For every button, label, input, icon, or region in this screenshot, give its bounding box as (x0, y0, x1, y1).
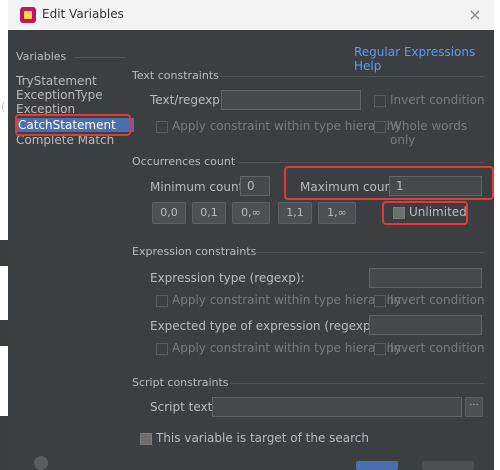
background-right-strip (494, 30, 500, 470)
expression-type-input[interactable] (369, 268, 482, 288)
editor-shade-3 (0, 416, 8, 470)
close-icon[interactable]: × (464, 4, 486, 26)
script-text-input[interactable] (212, 397, 462, 417)
dialog-body: Variables TryStatement ExceptionType Exc… (8, 30, 494, 460)
preset-0-0-button[interactable]: 0,0 (152, 202, 186, 224)
cancel-button[interactable] (422, 461, 474, 470)
script-constraints-heading: Script constraints (132, 376, 229, 389)
expected-type-input[interactable] (369, 315, 482, 335)
text-constraints-heading: Text constraints (132, 69, 219, 82)
preset-0-1-button[interactable]: 0,1 (192, 202, 226, 224)
sidebar-item-complete-match[interactable]: Complete Match (16, 133, 114, 147)
edit-variables-dialog: Edit Variables × ( Variables TryStatemen… (0, 0, 500, 470)
target-of-search-checkbox[interactable] (140, 433, 152, 445)
variables-divider (74, 57, 126, 58)
expr-invert-checkbox[interactable] (374, 295, 386, 307)
sidebar-item-catchstatement[interactable]: CatchStatement (16, 118, 134, 132)
editor-paren-glyph: ( (1, 100, 6, 113)
unlimited-checkbox[interactable] (393, 207, 405, 219)
text-constraints-divider (218, 76, 484, 77)
max-count-label: Maximum count: (300, 180, 401, 194)
expr-apply-hierarchy-label: Apply constraint within type hierarchy (172, 293, 402, 307)
expression-constraints-divider (254, 252, 484, 253)
script-browse-button[interactable]: ··· (465, 397, 483, 417)
preset-1-inf-button[interactable]: 1,∞ (318, 202, 356, 224)
unlimited-label: Unlimited (409, 205, 467, 219)
editor-shade-1 (0, 240, 8, 266)
expected-apply-hierarchy-label: Apply constraint within type hierarchy (172, 341, 402, 355)
occurrences-divider (238, 162, 484, 163)
expected-invert-label: Invert condition (390, 341, 485, 355)
whole-words-checkbox[interactable] (374, 121, 386, 133)
help-icon[interactable] (34, 456, 48, 470)
whole-words-label: Whole words only (390, 119, 468, 147)
sidebar-item-exceptiontype[interactable]: ExceptionType (16, 88, 103, 102)
invert-condition-checkbox[interactable] (374, 95, 386, 107)
variables-heading: Variables (16, 50, 67, 63)
max-count-input[interactable]: 1 (389, 176, 482, 196)
expression-type-label: Expression type (regexp): (150, 271, 305, 285)
script-constraints-divider (230, 383, 484, 384)
editor-shade-2 (0, 320, 8, 346)
text-regexp-input[interactable] (221, 90, 361, 110)
preset-1-1-button[interactable]: 1,1 (278, 202, 312, 224)
expected-invert-checkbox[interactable] (374, 343, 386, 355)
target-of-search-label: This variable is target of the search (156, 431, 370, 445)
script-text-label: Script text: (150, 400, 217, 414)
min-count-label: Minimum count: (150, 180, 248, 194)
background-editor-strip: ( (0, 30, 8, 470)
expected-apply-hierarchy-checkbox[interactable] (156, 343, 168, 355)
expr-invert-label: Invert condition (390, 293, 485, 307)
min-count-input[interactable]: 0 (240, 176, 270, 196)
expected-type-label: Expected type of expression (regexp): (150, 319, 380, 333)
apply-hierarchy-checkbox[interactable] (156, 121, 168, 133)
ok-button[interactable] (356, 461, 398, 470)
expression-constraints-heading: Expression constraints (132, 245, 257, 258)
expr-apply-hierarchy-checkbox[interactable] (156, 295, 168, 307)
apply-hierarchy-label: Apply constraint within type hierarchy (172, 119, 402, 133)
window-title: Edit Variables (42, 7, 124, 21)
bottom-button-strip (8, 456, 494, 470)
sidebar-item-trystatement[interactable]: TryStatement (16, 74, 97, 88)
regex-help-link[interactable]: Regular Expressions Help (354, 45, 494, 73)
sidebar-item-exception[interactable]: Exception (16, 102, 75, 114)
occurrences-heading: Occurrences count (132, 155, 236, 168)
title-bar: Edit Variables × (8, 0, 494, 31)
preset-0-inf-button[interactable]: 0,∞ (232, 202, 270, 224)
invert-condition-label: Invert condition (390, 93, 485, 107)
text-regexp-label: Text/regexp: (150, 93, 224, 107)
app-icon (20, 7, 36, 23)
